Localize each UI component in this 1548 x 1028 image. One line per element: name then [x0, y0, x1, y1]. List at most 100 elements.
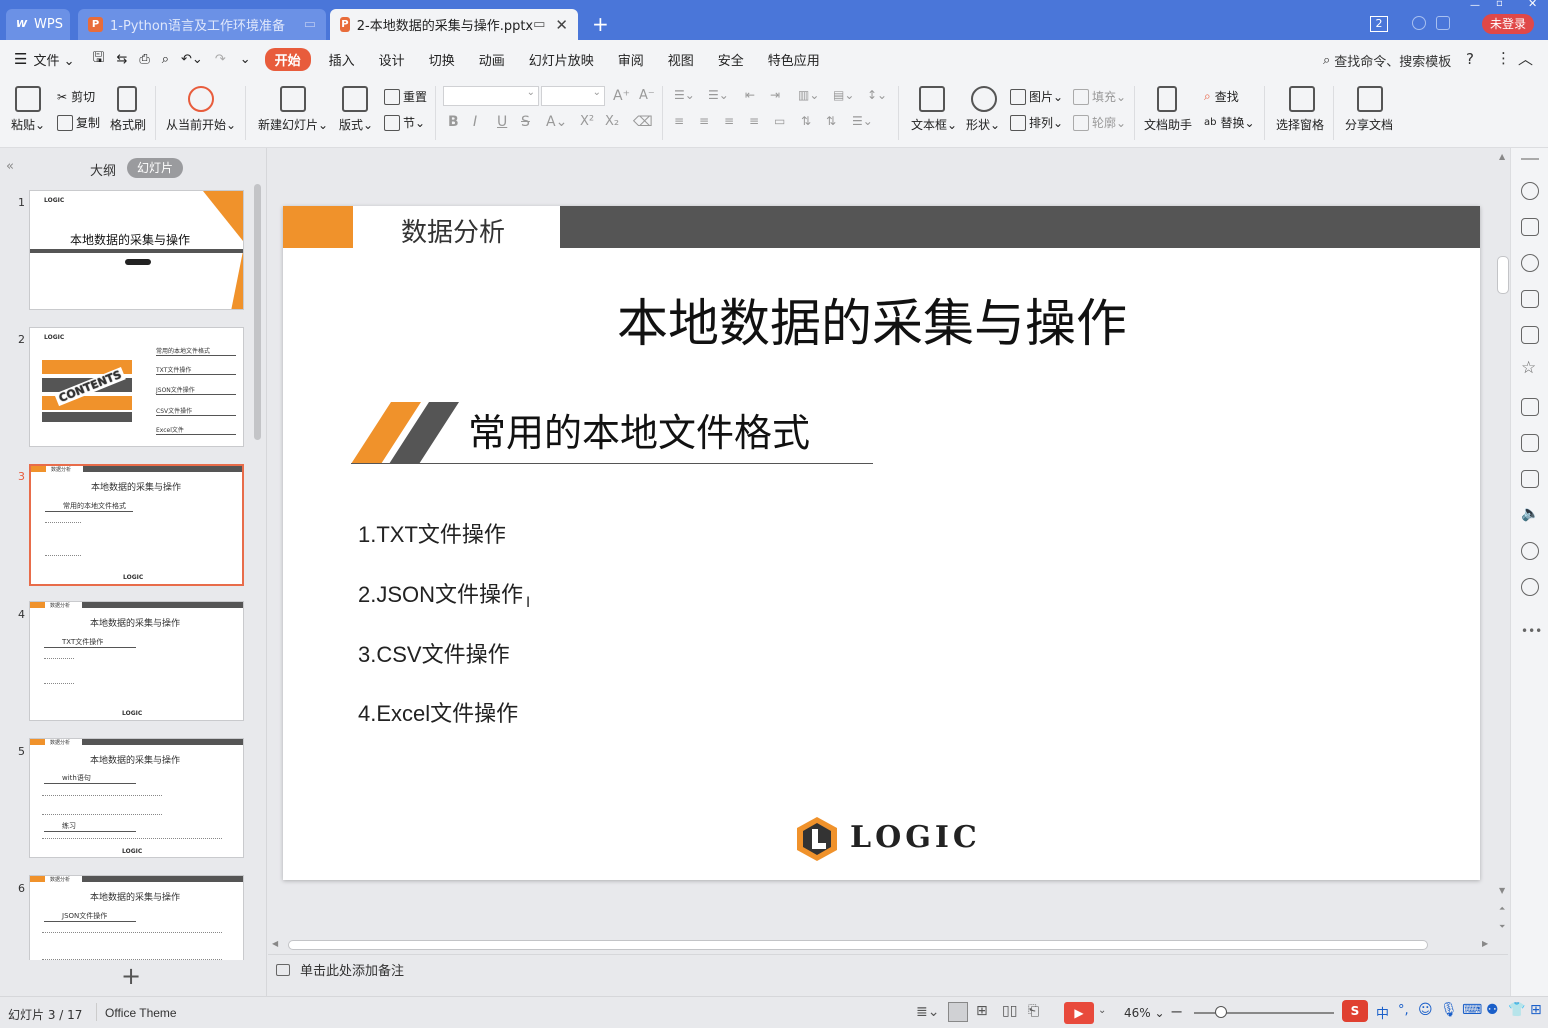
list-item[interactable]: 4.Excel文件操作 — [358, 696, 518, 728]
maximize-icon[interactable]: ▫ — [1496, 0, 1503, 9]
fill-button[interactable]: 填充⌄ — [1073, 88, 1126, 105]
shape-button[interactable]: 形状⌄ — [966, 116, 1000, 133]
menu-tab-animation[interactable]: 动画 — [467, 50, 517, 69]
zoom-slider-thumb[interactable] — [1215, 1006, 1227, 1018]
slide-horizontal-scrollbar[interactable]: ◀ ▶ — [268, 938, 1496, 952]
play-icon[interactable] — [188, 86, 214, 112]
section-button[interactable]: 节⌄ — [384, 114, 425, 131]
format-painter-button[interactable]: 格式刷 — [110, 116, 146, 133]
slide-title[interactable]: 本地数据的采集与操作 — [617, 282, 1127, 356]
increase-indent-icon[interactable]: ⇥ — [770, 88, 780, 102]
reset-button[interactable]: 重置 — [384, 88, 427, 105]
share-icon[interactable] — [1521, 434, 1539, 452]
font-family-select[interactable]: ⌄ — [443, 86, 539, 106]
zoom-out-icon[interactable]: − — [1170, 1002, 1183, 1021]
help-circle-icon[interactable] — [1521, 578, 1539, 596]
reading-view-icon[interactable]: ▯▯ — [1002, 1003, 1017, 1019]
shapes-icon[interactable] — [1521, 254, 1539, 272]
star-icon[interactable]: ☆ — [1521, 358, 1536, 378]
ime-emoji-icon[interactable]: ☺ — [1418, 1002, 1433, 1018]
ime-shirt-icon[interactable]: 👕 — [1508, 1002, 1525, 1018]
scroll-right-icon[interactable]: ▶ — [1482, 939, 1488, 948]
play-dropdown-icon[interactable]: ⌄ — [1098, 1005, 1106, 1016]
font-color-icon[interactable]: A⌄ — [546, 114, 567, 130]
help-icon[interactable]: ? — [1466, 50, 1474, 68]
numbered-list-icon[interactable]: ☰⌄ — [708, 88, 729, 102]
decrease-indent-icon[interactable]: ⇤ — [745, 88, 755, 102]
zoom-level[interactable]: 46% ⌄ — [1124, 1006, 1165, 1020]
find-button[interactable]: ⌕查找 — [1204, 88, 1239, 105]
tab-slides[interactable]: 幻灯片 — [127, 158, 183, 178]
print-preview-icon[interactable]: ⌕ — [156, 52, 175, 67]
image-icon[interactable] — [1521, 470, 1539, 488]
format-painter-icon[interactable] — [117, 86, 137, 112]
scroll-down-icon[interactable]: ▼ — [1499, 886, 1505, 895]
menu-tab-view[interactable]: 视图 — [656, 50, 706, 69]
scroll-up-icon[interactable]: ▲ — [1499, 152, 1505, 161]
close-window-icon[interactable]: ✕ — [1528, 0, 1537, 10]
paragraph-spacing-icon[interactable]: ⇅ — [826, 114, 836, 128]
tab-document-2[interactable]: P 2-本地数据的采集与操作.pptx ▭ ✕ — [330, 9, 578, 40]
justify-icon[interactable]: ≡ — [749, 114, 759, 128]
tab-outline[interactable]: 大纲 — [90, 160, 116, 179]
replace-button[interactable]: ab替换⌄ — [1204, 114, 1255, 131]
shape-icon[interactable] — [971, 86, 997, 112]
tab-document-1[interactable]: P 1-Python语言及工作环境准备 ▭ — [78, 9, 326, 40]
hamburger-icon[interactable]: ☰ — [0, 50, 29, 68]
select-pane-button[interactable]: 选择窗格 — [1276, 116, 1324, 133]
line-spacing-icon[interactable]: ↕⌄ — [867, 88, 887, 102]
paste-button[interactable]: 粘贴⌄ — [11, 116, 45, 133]
collapse-ribbon-icon[interactable]: ︿ — [1518, 48, 1533, 69]
slide-thumbnail-4[interactable]: 数据分析 本地数据的采集与操作 TXT文件操作 LOGIC — [29, 601, 244, 721]
align-center-icon[interactable]: ≡ — [699, 114, 709, 128]
menu-tab-slideshow[interactable]: 幻灯片放映 — [517, 50, 606, 69]
slide-sorter-icon[interactable]: ⊞ — [976, 1003, 988, 1019]
search-command[interactable]: ⌕ 查找命令、搜索模板 — [1323, 51, 1451, 70]
subscript-icon[interactable]: X₂ — [605, 114, 619, 129]
new-tab-button[interactable]: + — [592, 12, 609, 36]
cut-button[interactable]: ✂剪切 — [57, 88, 95, 105]
login-button[interactable]: 未登录 — [1482, 14, 1534, 34]
ime-logo-icon[interactable]: S — [1342, 1000, 1368, 1022]
share-icon[interactable] — [1357, 86, 1383, 112]
list-item[interactable]: 2.JSON文件操作 — [358, 577, 523, 609]
ime-chinese-icon[interactable]: 中 — [1376, 1003, 1389, 1022]
speaker-icon[interactable]: 🔈 — [1521, 504, 1540, 522]
scroll-left-icon[interactable]: ◀ — [272, 939, 278, 948]
select-pane-icon[interactable] — [1289, 86, 1315, 112]
tab-wps-home[interactable]: W WPS — [6, 9, 70, 40]
play-slideshow-button[interactable]: ▶ — [1064, 1002, 1094, 1024]
align-right-icon[interactable]: ≡ — [724, 114, 734, 128]
menu-tab-insert[interactable]: 插入 — [317, 50, 367, 69]
outline-button[interactable]: 轮廓⌄ — [1073, 114, 1126, 131]
more-dots-icon[interactable]: ••• — [1521, 624, 1542, 638]
section-title[interactable]: 常用的本地文件格式 — [468, 402, 810, 457]
list-item[interactable]: 1.TXT文件操作 — [358, 517, 506, 549]
share-doc-button[interactable]: 分享文档 — [1345, 116, 1393, 133]
decrease-font-icon[interactable]: A⁻ — [639, 88, 655, 103]
prev-slide-icon[interactable]: ⏶ — [1499, 904, 1505, 914]
add-slide-button[interactable]: + — [121, 962, 141, 990]
minimize-icon[interactable]: — — [1470, 0, 1480, 11]
sync-icon[interactable] — [1412, 16, 1426, 30]
strikethrough-icon[interactable]: S — [521, 114, 530, 130]
menu-tab-features[interactable]: 特色应用 — [756, 50, 832, 69]
slide-thumbnail-1[interactable]: LOGIC 本地数据的采集与操作 — [29, 190, 244, 310]
menu-tab-home[interactable]: 开始 — [265, 48, 311, 71]
menu-tab-review[interactable]: 审阅 — [606, 50, 656, 69]
ime-punct-icon[interactable]: °, — [1398, 1003, 1409, 1018]
copy-icon[interactable] — [1521, 218, 1539, 236]
menu-file[interactable]: 文件 ⌄ — [29, 50, 86, 69]
textbox-button[interactable]: 文本框⌄ — [911, 116, 957, 133]
presenter-view-icon[interactable]: ⎗ — [1028, 1003, 1039, 1019]
slide-canvas[interactable]: 数据分析 本地数据的采集与操作 常用的本地文件格式 1.TXT文件操作 2.JS… — [283, 206, 1480, 880]
slide-thumbnail-6[interactable]: 数据分析 本地数据的采集与操作 JSON文件操作 — [29, 875, 244, 960]
history-icon[interactable] — [1521, 542, 1539, 560]
new-slide-button[interactable]: 新建幻灯片⌄ — [258, 116, 328, 133]
align-left-icon[interactable]: ≡ — [674, 114, 684, 128]
next-slide-icon[interactable]: ⏷ — [1499, 922, 1505, 932]
undo-icon[interactable]: ↶⌄ — [175, 52, 209, 67]
gallery-icon[interactable] — [1521, 326, 1539, 344]
ime-mic-icon[interactable]: 🎙 — [1440, 1002, 1458, 1018]
italic-icon[interactable]: I — [473, 114, 477, 130]
